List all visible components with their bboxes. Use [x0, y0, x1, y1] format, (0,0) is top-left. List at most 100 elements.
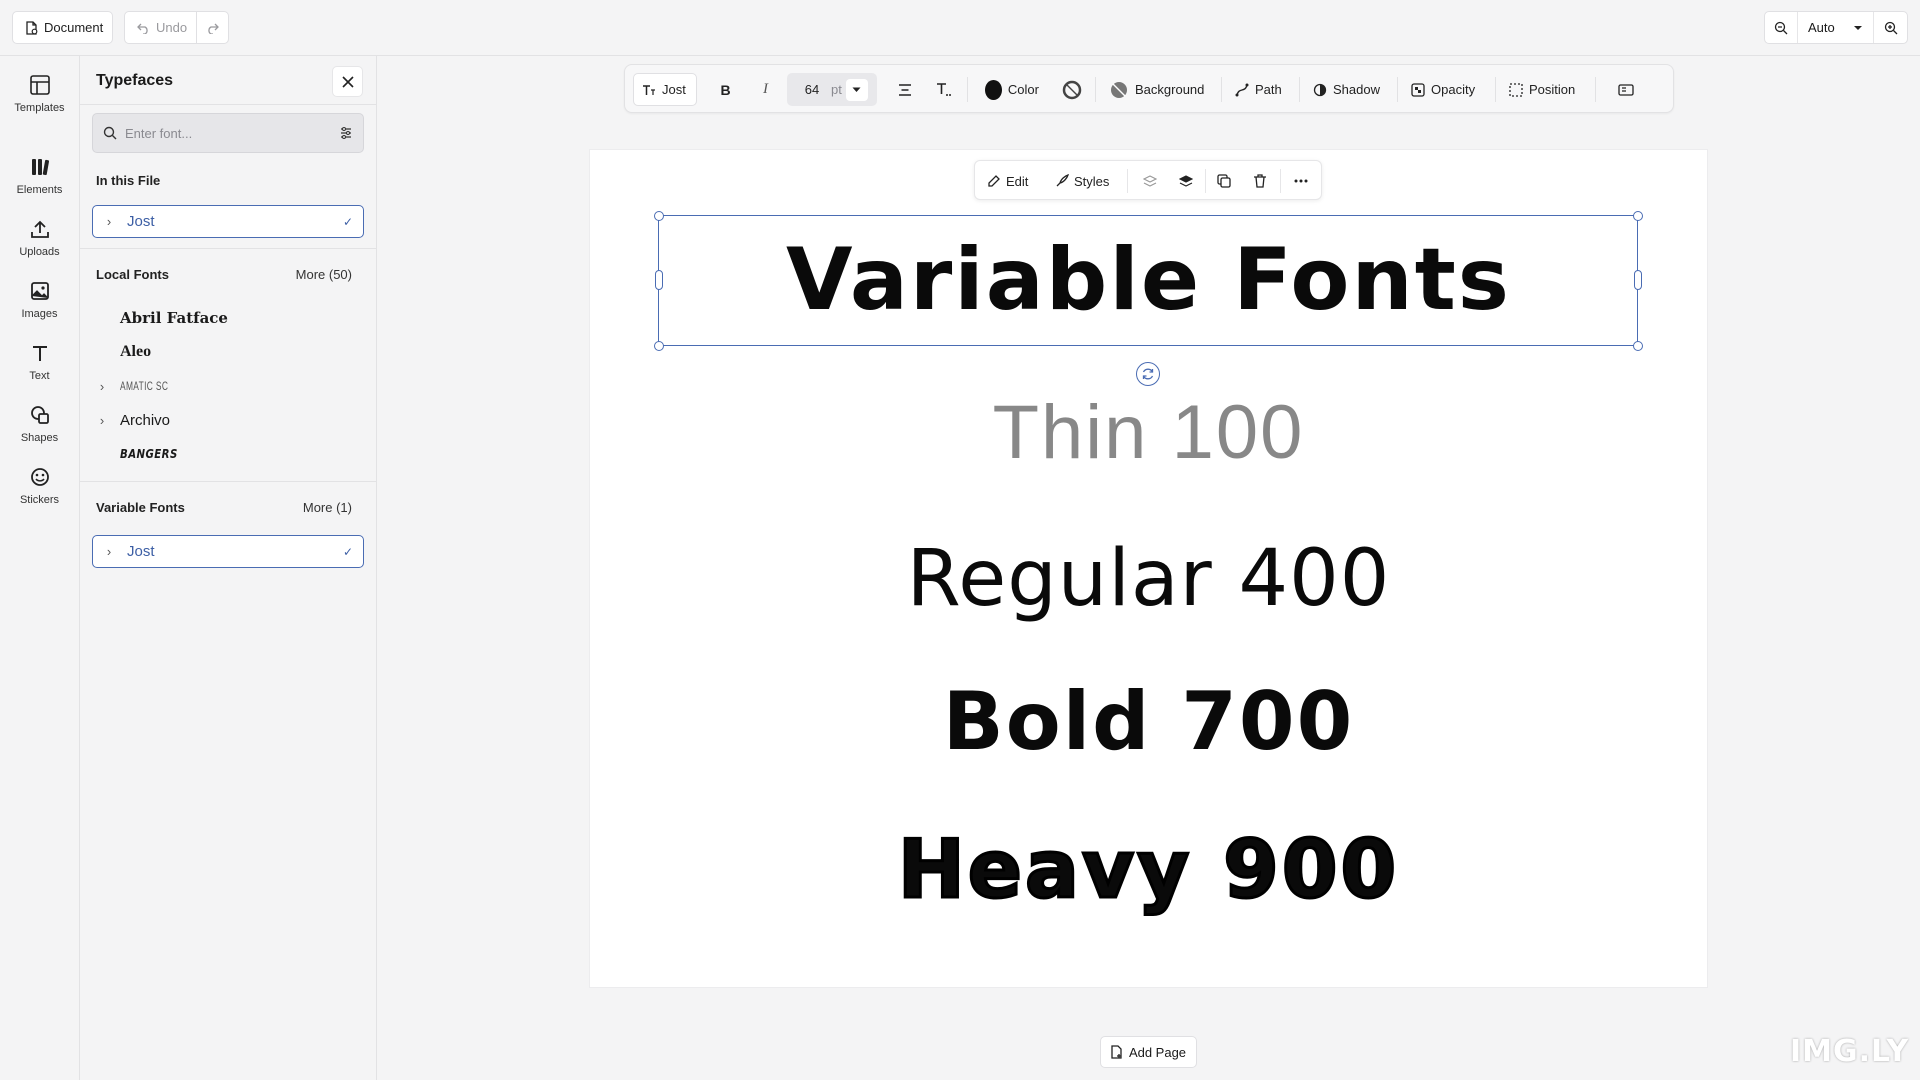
document-label: Document — [44, 20, 104, 35]
resize-handle-right[interactable] — [1634, 270, 1642, 290]
canvas-text-heavy[interactable]: Heavy 900 — [589, 823, 1708, 916]
duplicate-icon — [1217, 174, 1231, 188]
rail-item-text[interactable]: Text — [0, 342, 79, 382]
font-name: Bangers — [120, 447, 178, 461]
font-size-unit: pt — [831, 82, 842, 97]
path-icon — [1235, 83, 1249, 97]
zoom-in-button[interactable] — [1874, 12, 1907, 43]
path-button[interactable]: Path — [1229, 73, 1291, 106]
align-center-icon — [898, 83, 912, 96]
separator — [1595, 77, 1596, 102]
font-item-bangers[interactable]: Bangers — [96, 441, 188, 467]
more-options-button[interactable] — [1291, 161, 1311, 201]
move-forward-button[interactable] — [1176, 161, 1196, 201]
inspector-icon — [1617, 83, 1634, 96]
local-fonts-more-button[interactable]: More (50) — [296, 267, 352, 282]
rail-item-templates[interactable]: Templates — [0, 74, 79, 114]
move-backward-button[interactable] — [1140, 161, 1160, 201]
delete-button[interactable] — [1250, 161, 1270, 201]
font-item-amatic-sc[interactable]: › Amatic SC — [96, 373, 189, 399]
opacity-button[interactable]: Opacity — [1405, 73, 1487, 106]
zoom-select[interactable]: Auto — [1798, 12, 1874, 43]
add-page-button[interactable]: Add Page — [1100, 1036, 1197, 1068]
canvas-text-regular[interactable]: Regular 400 — [589, 534, 1708, 624]
resize-handle-bottom-left[interactable] — [654, 341, 664, 351]
resize-handle-top-right[interactable] — [1633, 211, 1643, 221]
redo-button[interactable] — [196, 11, 229, 44]
element-context-menu: Edit Styles — [974, 160, 1322, 200]
undo-button[interactable]: Undo — [124, 11, 197, 44]
image-icon — [29, 280, 51, 302]
divider — [80, 248, 376, 249]
resize-handle-bottom-right[interactable] — [1633, 341, 1643, 351]
text-case-button[interactable] — [927, 73, 960, 106]
zoom-out-button[interactable] — [1765, 12, 1798, 43]
background-button[interactable]: Background — [1103, 73, 1213, 106]
font-family-icon — [642, 84, 656, 96]
resize-handle-left[interactable] — [655, 270, 663, 290]
close-icon — [341, 75, 354, 88]
rail-item-images[interactable]: Images — [0, 280, 79, 320]
rail-item-uploads[interactable]: Uploads — [0, 218, 79, 258]
align-button[interactable] — [888, 73, 921, 106]
edit-button[interactable]: Edit — [987, 161, 1028, 201]
search-icon — [103, 126, 117, 140]
canvas-text-bold[interactable]: Bold 700 — [589, 677, 1708, 767]
document-button[interactable]: Document — [12, 11, 113, 44]
no-background-icon — [1109, 80, 1129, 100]
document-icon — [25, 20, 38, 35]
no-stroke-icon — [1062, 80, 1082, 100]
font-item-archivo[interactable]: › Archivo — [96, 407, 170, 433]
position-button[interactable]: Position — [1503, 73, 1587, 106]
variable-fonts-more-button[interactable]: More (1) — [303, 500, 352, 515]
font-size-input[interactable]: 64 — [797, 82, 827, 97]
opacity-label: Opacity — [1431, 82, 1476, 97]
resize-handle-top-left[interactable] — [654, 211, 664, 221]
background-label: Background — [1135, 82, 1205, 97]
inspector-button[interactable] — [1609, 73, 1642, 106]
bold-button[interactable]: B — [709, 73, 742, 106]
font-size-dropdown[interactable] — [845, 78, 868, 101]
edit-icon — [987, 174, 1001, 188]
rail-item-elements[interactable]: Elements — [0, 156, 79, 196]
rail-item-stickers[interactable]: Stickers — [0, 466, 79, 506]
rotate-handle[interactable] — [1136, 362, 1160, 386]
local-fonts-label: Local Fonts — [96, 267, 169, 282]
font-name: Jost — [127, 213, 155, 230]
duplicate-button[interactable] — [1214, 161, 1234, 201]
variable-fonts-label: Variable Fonts — [96, 500, 185, 515]
rail-item-shapes[interactable]: Shapes — [0, 404, 79, 444]
chevron-right-icon[interactable]: › — [96, 379, 108, 394]
text-case-icon — [936, 82, 952, 97]
templates-icon — [29, 74, 51, 96]
styles-button[interactable]: Styles — [1055, 161, 1109, 201]
shapes-icon — [29, 404, 51, 426]
italic-icon: I — [763, 81, 768, 97]
typefaces-panel: Typefaces In this File › Jost ✓ Local Fo… — [80, 56, 377, 1080]
filter-icon[interactable] — [339, 126, 353, 140]
chevron-down-icon — [1853, 25, 1863, 31]
close-panel-button[interactable] — [332, 66, 363, 97]
chevron-right-icon[interactable]: › — [96, 413, 108, 428]
shadow-button[interactable]: Shadow — [1307, 73, 1389, 106]
stroke-button[interactable] — [1055, 73, 1088, 106]
elements-icon — [29, 156, 51, 178]
shadow-label: Shadow — [1333, 82, 1380, 97]
chevron-right-icon[interactable]: › — [103, 544, 115, 559]
separator — [1095, 77, 1096, 102]
in-file-font-item[interactable]: › Jost ✓ — [92, 205, 364, 238]
font-family-button[interactable]: Jost — [633, 73, 697, 106]
chevron-right-icon[interactable]: › — [103, 214, 115, 229]
variable-font-item[interactable]: › Jost ✓ — [92, 535, 364, 568]
canvas-text-thin[interactable]: Thin 100 — [589, 388, 1708, 478]
separator — [1127, 169, 1128, 193]
panel-title: Typefaces — [96, 72, 174, 89]
italic-button[interactable]: I — [749, 73, 782, 106]
font-family-label: Jost — [662, 82, 686, 97]
color-button[interactable]: Color — [977, 73, 1047, 106]
font-search-input[interactable] — [125, 125, 331, 141]
path-label: Path — [1255, 82, 1282, 97]
font-item-abril-fatface[interactable]: Abril Fatface — [96, 305, 228, 331]
font-name: Archivo — [120, 411, 171, 429]
font-item-aleo[interactable]: Aleo — [96, 339, 151, 365]
